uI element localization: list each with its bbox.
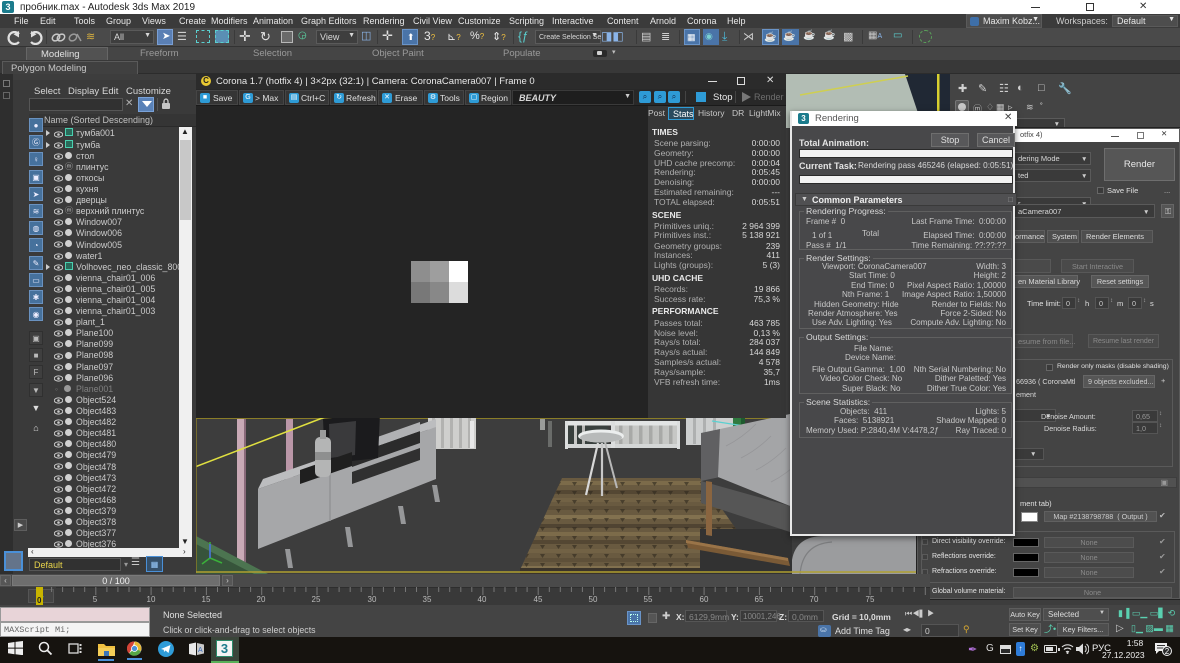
svg-text:25: 25 (312, 595, 321, 604)
svg-text:10: 10 (147, 595, 156, 604)
svg-text:20: 20 (257, 595, 266, 604)
svg-text:A: A (198, 647, 203, 654)
svg-text:75: 75 (866, 595, 875, 604)
svg-text:60: 60 (700, 595, 709, 604)
svg-text:40: 40 (478, 595, 487, 604)
svg-text:50: 50 (589, 595, 598, 604)
svg-text:70: 70 (810, 595, 819, 604)
svg-text:45: 45 (534, 595, 543, 604)
svg-text:35: 35 (423, 595, 432, 604)
svg-text:5: 5 (93, 595, 98, 604)
svg-text:65: 65 (755, 595, 764, 604)
svg-text:30: 30 (368, 595, 377, 604)
svg-text:55: 55 (644, 595, 653, 604)
svg-text:15: 15 (202, 595, 211, 604)
